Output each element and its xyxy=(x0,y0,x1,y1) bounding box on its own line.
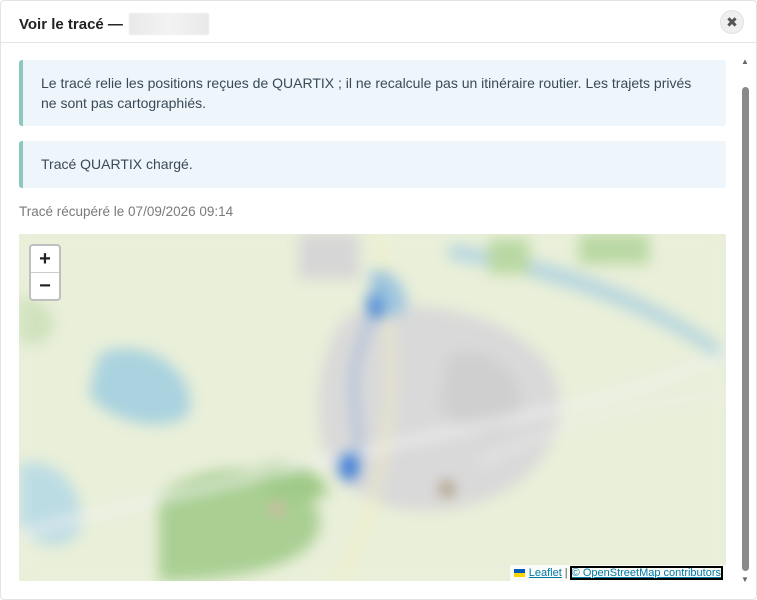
modal-scrollbar[interactable]: ▲ ▼ xyxy=(740,57,750,585)
modal-title: Voir le tracé — xyxy=(19,13,209,35)
redacted-vehicle-name xyxy=(128,13,209,35)
leaflet-link[interactable]: Leaflet xyxy=(529,567,562,579)
close-button[interactable]: ✖ xyxy=(720,10,744,34)
alert-text: Tracé QUARTIX chargé. xyxy=(41,156,193,172)
scroll-up-arrow-icon[interactable]: ▲ xyxy=(740,57,750,67)
scroll-thumb[interactable] xyxy=(742,87,749,571)
map-attribution: Leaflet | © OpenStreetMap contributors xyxy=(509,565,726,581)
close-icon: ✖ xyxy=(726,13,738,30)
map-container[interactable]: + − Leaflet | © OpenStreetMap contributo… xyxy=(19,234,726,581)
zoom-out-button[interactable]: − xyxy=(31,273,59,299)
attribution-separator: | xyxy=(564,567,568,579)
fetched-timestamp: Tracé récupéré le 07/09/2026 09:14 xyxy=(19,204,234,219)
zoom-control: + − xyxy=(29,244,61,301)
modal-title-text: Voir le tracé — xyxy=(19,15,123,33)
alert-text: Le tracé relie les positions reçues de Q… xyxy=(41,75,692,111)
zoom-in-button[interactable]: + xyxy=(31,246,59,273)
map-tiles xyxy=(19,234,726,581)
openstreetmap-link[interactable]: © OpenStreetMap contributors xyxy=(569,566,724,580)
ukraine-flag-icon xyxy=(513,569,525,577)
info-alert-trace-loaded: Tracé QUARTIX chargé. xyxy=(19,141,726,188)
scroll-down-arrow-icon[interactable]: ▼ xyxy=(740,575,750,585)
modal-header: Voir le tracé — ✖ xyxy=(1,1,756,43)
modal-body: Le tracé relie les positions reçues de Q… xyxy=(1,44,739,600)
info-alert-route-disclaimer: Le tracé relie les positions reçues de Q… xyxy=(19,60,726,126)
trace-modal: Voir le tracé — ✖ Le tracé relie les pos… xyxy=(0,0,757,600)
